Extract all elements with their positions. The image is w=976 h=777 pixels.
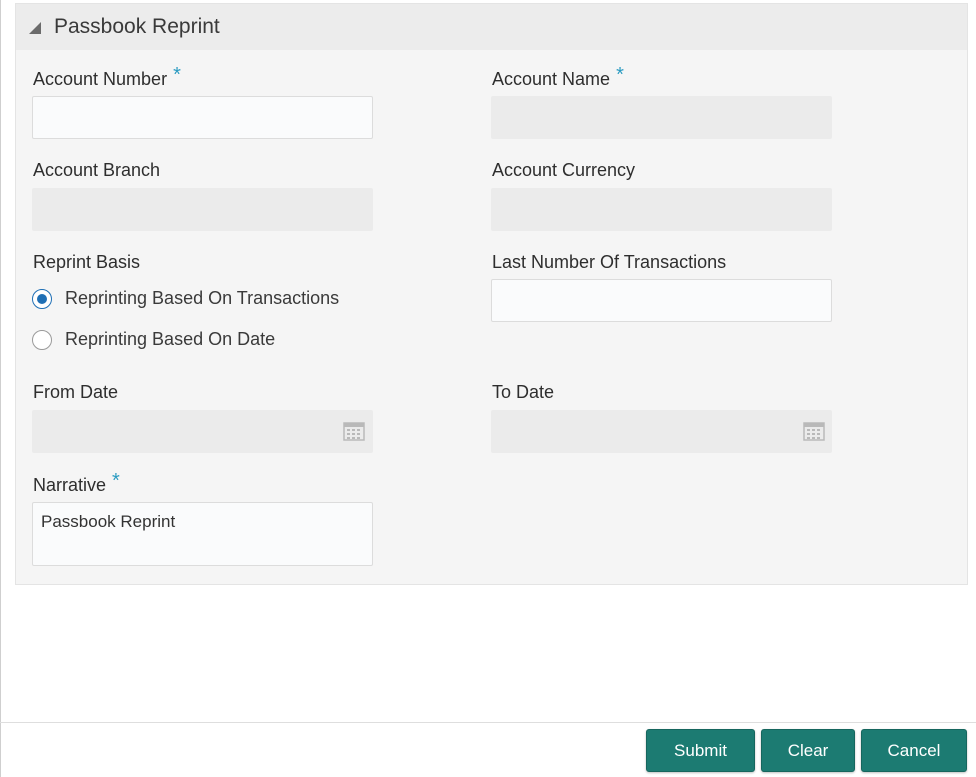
account-name-label-text: Account Name (492, 69, 611, 89)
account-currency-input (491, 188, 832, 231)
required-marker: * (616, 64, 624, 86)
collapse-triangle-icon[interactable] (29, 22, 41, 34)
last-number-of-transactions-label: Last Number Of Transactions (492, 252, 727, 272)
from-date-input (32, 410, 373, 453)
submit-button[interactable]: Submit (646, 729, 755, 772)
required-marker: * (112, 470, 120, 492)
account-currency-label: Account Currency (492, 160, 636, 180)
calendar-icon[interactable] (803, 421, 825, 441)
radio-option-transactions[interactable]: Reprinting Based On Transactions (32, 288, 339, 309)
radio-button-unselected[interactable] (32, 329, 52, 350)
account-number-label: Account Number * (33, 64, 181, 91)
last-number-of-transactions-input[interactable] (491, 279, 832, 322)
left-border (0, 0, 1, 777)
panel-title: Passbook Reprint (54, 15, 220, 38)
narrative-label-text: Narrative (33, 475, 107, 495)
radio-label-date: Reprinting Based On Date (65, 329, 276, 349)
account-number-input[interactable] (32, 96, 373, 139)
cancel-button[interactable]: Cancel (861, 729, 967, 772)
to-date-input (491, 410, 832, 453)
account-branch-input (32, 188, 373, 231)
account-name-input (491, 96, 832, 139)
reprint-basis-label: Reprint Basis (33, 252, 141, 272)
footer-divider (0, 722, 976, 723)
required-marker: * (173, 64, 181, 86)
panel-header[interactable]: Passbook Reprint (16, 4, 967, 50)
radio-button-selected[interactable] (32, 288, 52, 309)
from-date-label: From Date (33, 382, 119, 402)
radio-option-date[interactable]: Reprinting Based On Date (32, 329, 275, 350)
calendar-icon[interactable] (343, 421, 365, 441)
clear-button[interactable]: Clear (761, 729, 855, 772)
account-name-label: Account Name * (492, 64, 624, 91)
narrative-label: Narrative * (33, 470, 120, 497)
account-branch-label: Account Branch (33, 160, 161, 180)
radio-label-transactions: Reprinting Based On Transactions (65, 288, 340, 308)
to-date-label: To Date (492, 382, 555, 402)
account-number-label-text: Account Number (33, 69, 168, 89)
narrative-textarea[interactable]: Passbook Reprint (32, 502, 373, 566)
